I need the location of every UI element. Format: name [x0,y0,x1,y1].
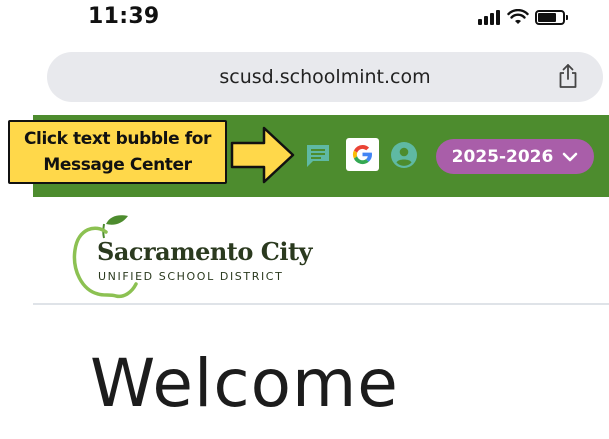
chevron-down-icon [563,152,578,161]
callout-line-1: Click text bubble for [23,129,212,149]
url-text[interactable]: scusd.schoolmint.com [47,66,603,88]
signal-icon [478,9,500,25]
google-translate-icon[interactable] [346,138,379,171]
status-icons [478,7,568,27]
district-subtitle: UNIFIED SCHOOL DISTRICT [98,270,284,283]
school-year-select[interactable]: 2025-2026 [436,139,594,174]
message-bubble-icon[interactable] [305,142,331,170]
message-center-callout: Click text bubble for Message Center [8,120,227,184]
district-name: Sacramento City [97,237,313,266]
header-divider [33,303,609,305]
user-account-icon[interactable] [390,141,418,169]
callout-line-2: Message Center [43,155,192,175]
share-icon[interactable] [557,63,579,89]
status-time: 11:39 [88,4,160,29]
arrow-right-icon [230,126,295,184]
battery-icon [535,9,568,25]
wifi-icon [507,9,529,24]
welcome-heading: Welcome [90,345,399,422]
url-bar[interactable]: scusd.schoolmint.com [47,52,603,102]
school-year-value: 2025-2026 [451,146,554,167]
